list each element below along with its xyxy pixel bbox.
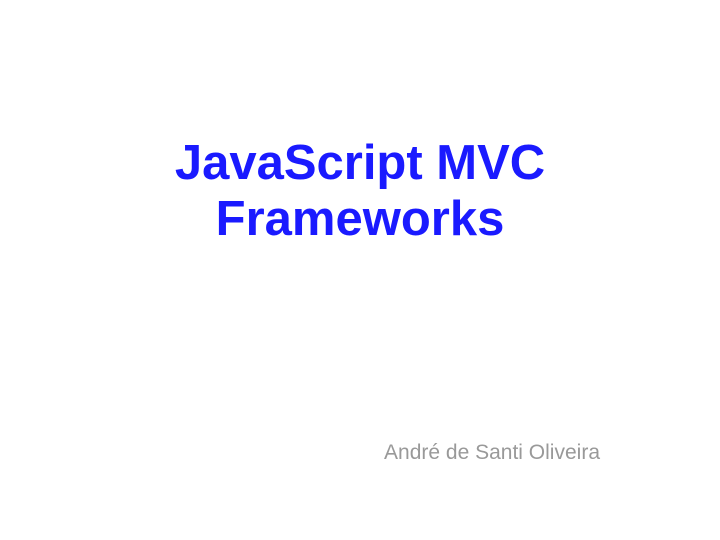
slide-container: JavaScript MVC Frameworks André de Santi… <box>0 0 720 540</box>
title-line-2: Frameworks <box>216 192 505 246</box>
slide-title: JavaScript MVC Frameworks <box>0 135 720 248</box>
title-line-1: JavaScript MVC <box>175 136 545 190</box>
slide-author: André de Santi Oliveira <box>384 441 600 465</box>
